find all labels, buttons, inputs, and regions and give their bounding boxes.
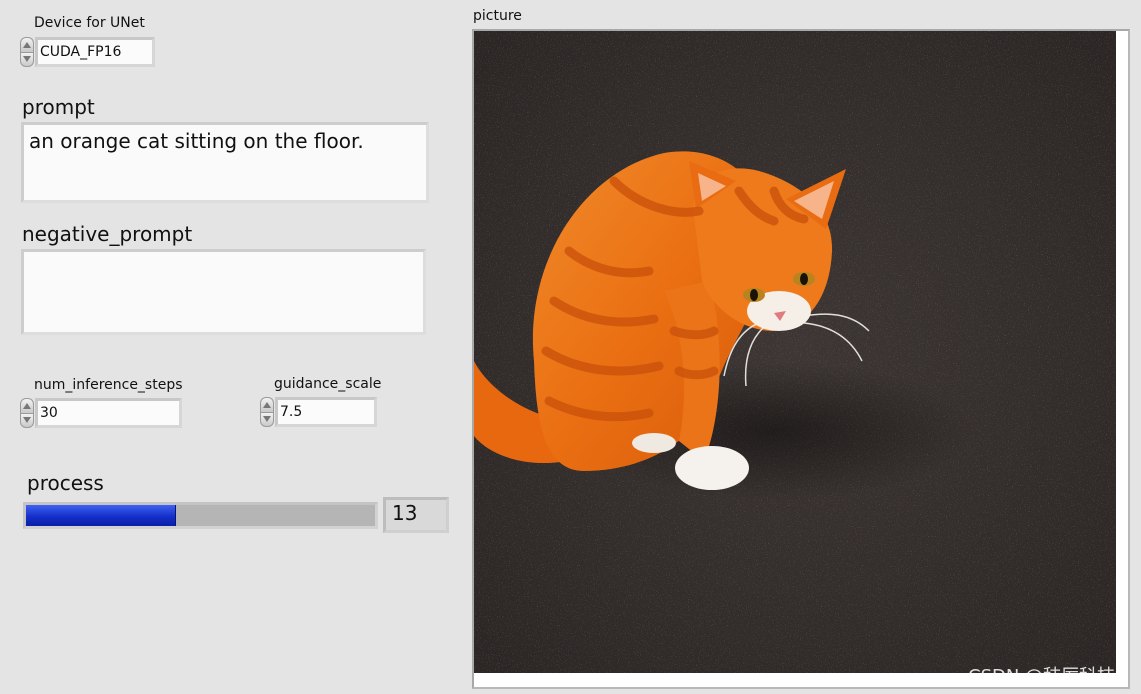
prompt-label: prompt bbox=[22, 95, 95, 119]
steps-decrement-button[interactable] bbox=[20, 412, 34, 428]
guidance-scale-value[interactable]: 7.5 bbox=[275, 397, 377, 427]
device-spinner[interactable] bbox=[20, 37, 34, 67]
guidance-decrement-button[interactable] bbox=[260, 411, 274, 427]
steps-spinner[interactable] bbox=[20, 398, 34, 428]
device-decrement-button[interactable] bbox=[20, 51, 34, 67]
device-value[interactable]: CUDA_FP16 bbox=[35, 37, 155, 67]
picture-display: CSDN @秣厉科技 bbox=[472, 29, 1130, 689]
guidance-increment-button[interactable] bbox=[260, 397, 274, 412]
guidance-spinner[interactable] bbox=[260, 397, 274, 427]
device-increment-button[interactable] bbox=[20, 37, 34, 52]
generated-cat-image: CSDN @秣厉科技 bbox=[474, 31, 1128, 687]
increment-arrow-icon bbox=[23, 41, 31, 48]
process-label: process bbox=[27, 471, 104, 495]
num-inference-steps-control[interactable]: 30 bbox=[20, 398, 182, 428]
guidance-scale-label: guidance_scale bbox=[274, 376, 382, 392]
decrement-arrow-icon bbox=[263, 416, 271, 423]
decrement-arrow-icon bbox=[23, 417, 31, 424]
image-watermark: CSDN @秣厉科技 bbox=[968, 666, 1115, 687]
decrement-arrow-icon bbox=[23, 56, 31, 63]
device-label: Device for UNet bbox=[34, 15, 145, 31]
steps-increment-button[interactable] bbox=[20, 398, 34, 413]
process-progress-fill bbox=[26, 505, 177, 526]
num-inference-steps-label: num_inference_steps bbox=[34, 377, 183, 393]
front-panel: Device for UNet CUDA_FP16 prompt an oran… bbox=[0, 0, 1141, 694]
process-value: 13 bbox=[383, 497, 449, 533]
increment-arrow-icon bbox=[23, 402, 31, 409]
device-selector[interactable]: CUDA_FP16 bbox=[20, 37, 155, 67]
negative-prompt-label: negative_prompt bbox=[22, 222, 193, 246]
prompt-textarea[interactable]: an orange cat sitting on the floor. bbox=[21, 122, 429, 203]
negative-prompt-textarea[interactable] bbox=[21, 249, 426, 335]
process-progress-bar bbox=[23, 502, 378, 529]
picture-label: picture bbox=[473, 8, 522, 24]
increment-arrow-icon bbox=[263, 401, 271, 408]
guidance-scale-control[interactable]: 7.5 bbox=[260, 397, 377, 427]
num-inference-steps-value[interactable]: 30 bbox=[35, 398, 182, 428]
